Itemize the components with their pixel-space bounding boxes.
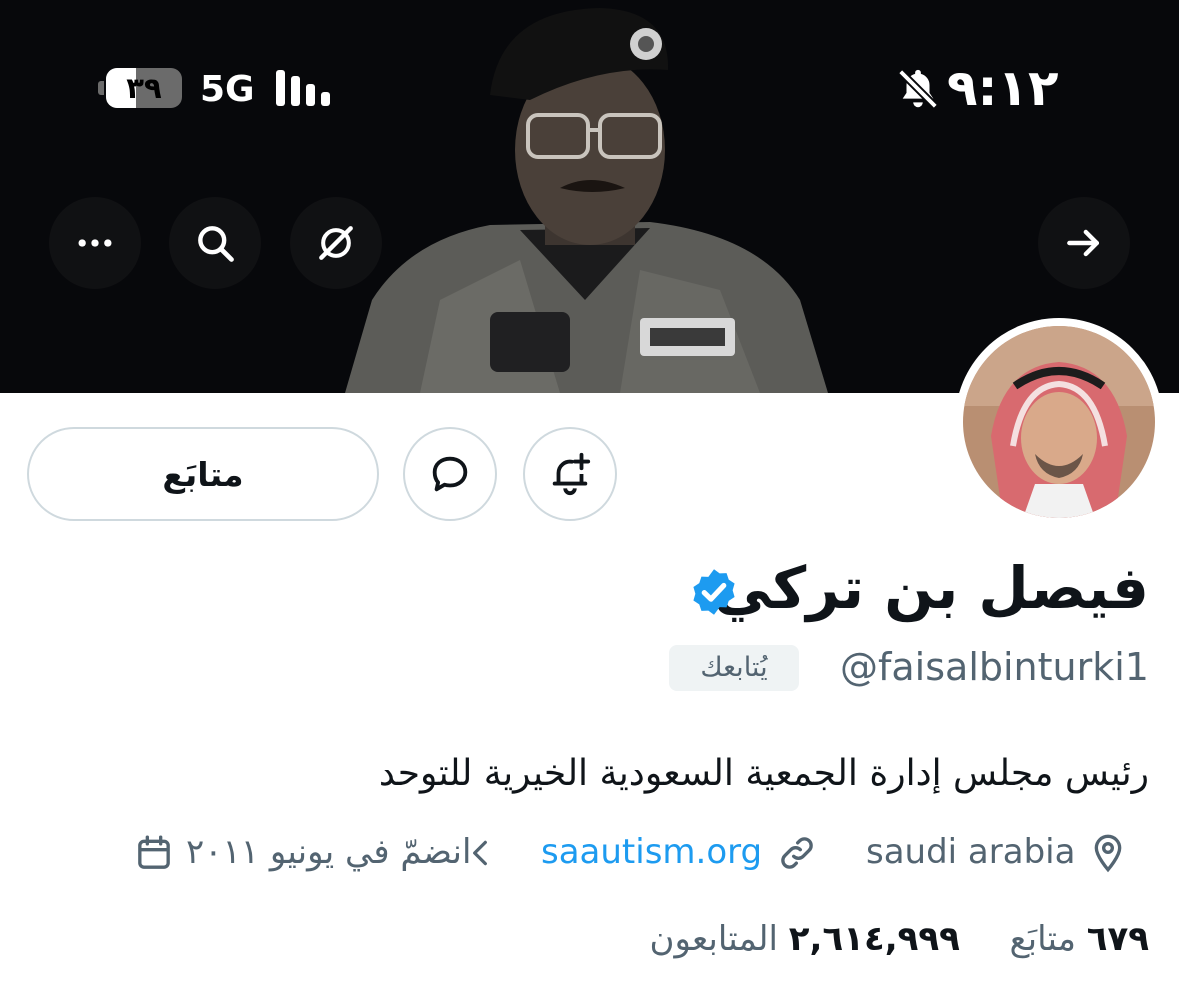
network-label: 5G — [200, 69, 255, 110]
status-bar: ٣٩ 5G ٩:١٢ — [0, 0, 1179, 130]
follows-you-badge: يُتابعك — [669, 645, 799, 691]
website-link[interactable]: saautism.org — [541, 826, 821, 878]
handle: @faisalbinturki1 — [840, 645, 1149, 689]
search-button[interactable] — [169, 197, 261, 289]
stats-row: ٦٧٩ متابَع ٢,٦١٤,٩٩٩ المتابعون — [650, 913, 1150, 965]
location: saudi arabia — [866, 826, 1130, 878]
signal-icon — [276, 70, 330, 106]
message-button[interactable] — [403, 427, 497, 521]
more-icon — [78, 239, 112, 247]
display-name: فيصل بن تركي — [713, 554, 1149, 622]
battery-indicator: ٣٩ — [98, 68, 184, 108]
calendar-icon — [138, 835, 170, 869]
join-date-text: انضمّ في يونيو ٢٠١١ — [186, 832, 472, 872]
verified-badge-icon[interactable] — [688, 566, 740, 618]
grok-icon — [319, 226, 353, 260]
website-text[interactable]: saautism.org — [541, 826, 762, 878]
followers-label: المتابعون — [649, 919, 778, 959]
more-button[interactable] — [49, 197, 141, 289]
back-button[interactable] — [1038, 197, 1130, 289]
profile-page: ٣٩ 5G ٩:١٢ متابَع فيصل بن تركي @faisalbi… — [0, 0, 1179, 983]
chevron-left-icon — [473, 840, 487, 866]
following-button-label: متابَع — [162, 454, 244, 494]
followers-count: ٢,٦١٤,٩٩٩ — [788, 919, 960, 959]
bio: رئيس مجلس إدارة الجمعية السعودية الخيرية… — [378, 753, 1149, 794]
search-icon — [198, 226, 234, 262]
location-pin-icon — [1094, 834, 1122, 873]
arrow-right-icon — [1067, 229, 1100, 257]
battery-text: ٣٩ — [126, 71, 162, 105]
following-stat[interactable]: ٦٧٩ متابَع — [999, 919, 1149, 959]
following-count: ٦٧٩ — [1086, 919, 1149, 959]
grok-button[interactable] — [290, 197, 382, 289]
notify-button[interactable] — [523, 427, 617, 521]
following-button[interactable]: متابَع — [27, 427, 379, 521]
message-icon — [432, 456, 468, 492]
bell-off-icon — [898, 69, 938, 109]
location-text: saudi arabia — [866, 832, 1076, 872]
join-date[interactable]: انضمّ في يونيو ٢٠١١ — [134, 826, 496, 878]
following-label: متابَع — [1009, 919, 1076, 959]
status-time: ٩:١٢ — [947, 59, 1059, 117]
link-icon — [781, 837, 813, 869]
avatar-photo — [963, 326, 1155, 518]
bell-plus-icon — [552, 452, 591, 496]
followers-stat[interactable]: ٢,٦١٤,٩٩٩ المتابعون — [650, 919, 960, 959]
avatar[interactable] — [955, 318, 1163, 526]
